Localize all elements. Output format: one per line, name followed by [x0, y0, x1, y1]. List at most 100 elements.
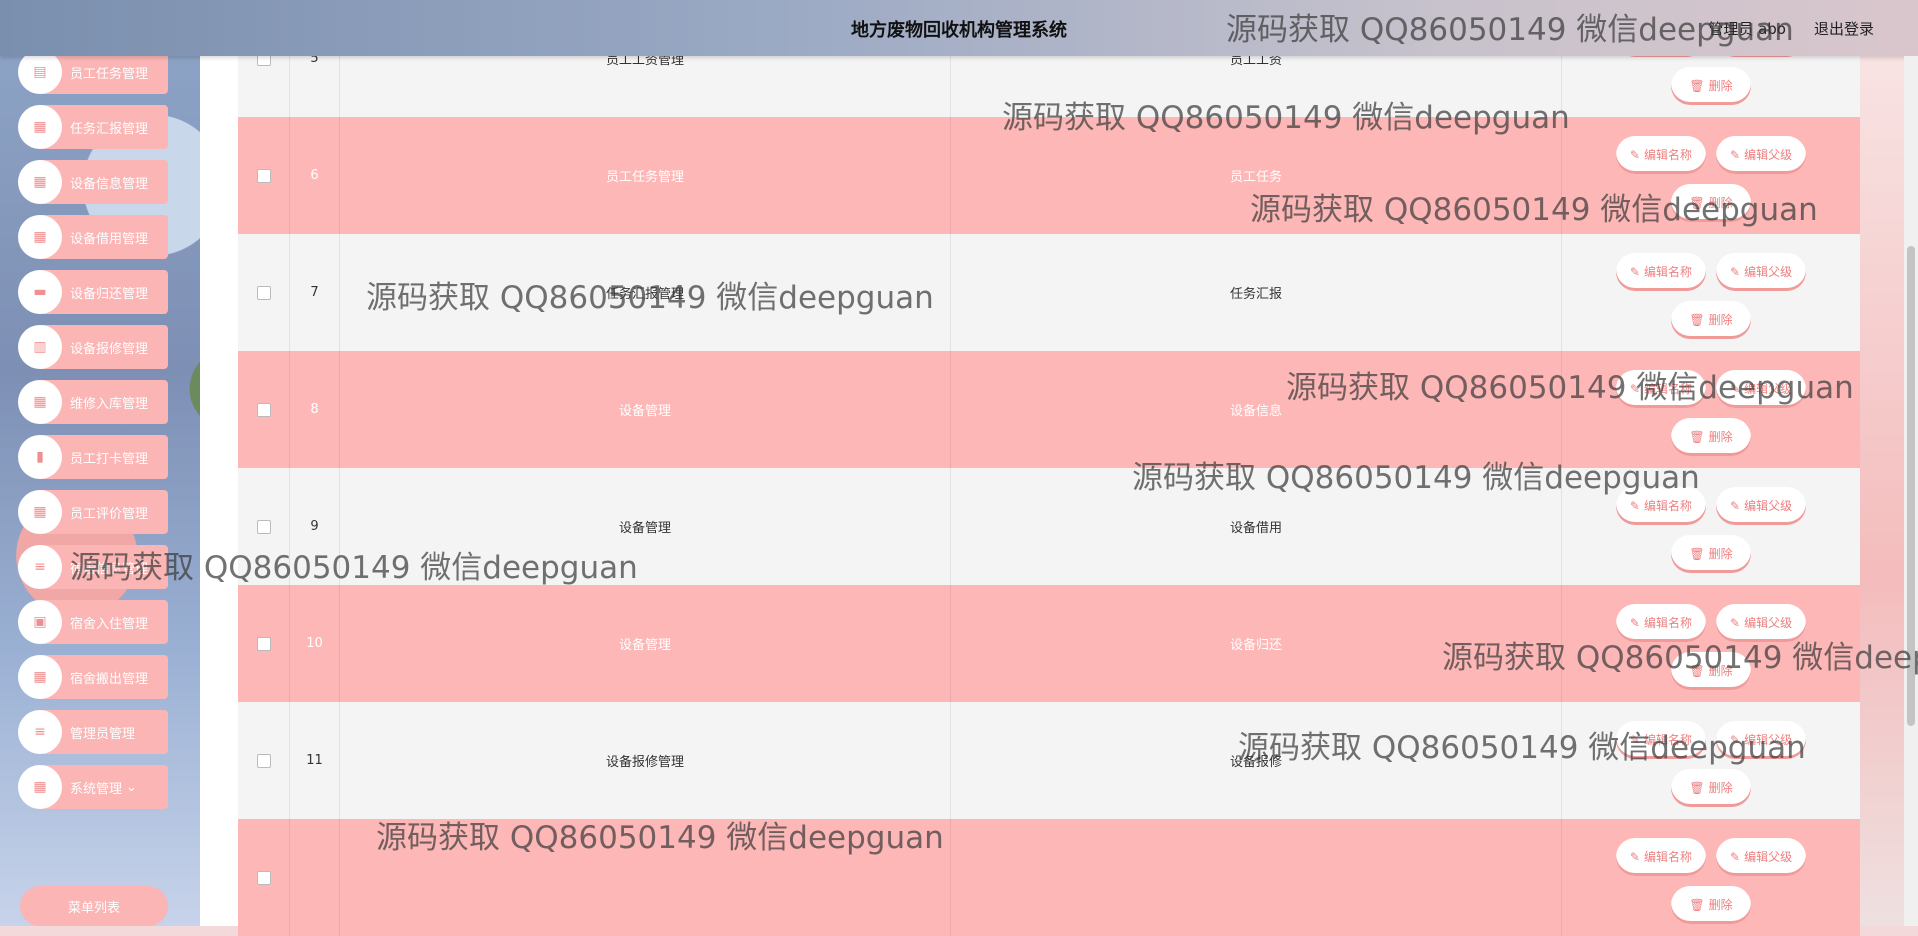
row-actions: ✎编辑名称 ✎编辑父级 🗑删除 [1562, 117, 1860, 234]
row-checkbox[interactable] [256, 870, 271, 885]
list-icon: ≡ [18, 710, 62, 754]
sidebar-item[interactable]: ▤ 员工任务管理 [18, 50, 168, 94]
edit-name-button[interactable]: ✎编辑名称 [1615, 837, 1706, 876]
sidebar-item-label: 设备信息管理 [70, 176, 149, 192]
top-bar: 地方废物回收机构管理系统 管理员 abo 退出登录 [0, 0, 1918, 56]
edit-name-label: 编辑名称 [1643, 382, 1692, 396]
sidebar-item[interactable]: ▦ 宿舍搬出管理 [18, 655, 168, 699]
chart-icon: ▥ [18, 325, 62, 369]
sidebar-item[interactable]: ▥ 设备报修管理 [18, 325, 168, 369]
row-checkbox-cell [238, 468, 290, 585]
row-index: 8 [290, 351, 340, 468]
row-actions: ✎编辑名称 ✎编辑父级 🗑删除 [1562, 351, 1860, 468]
edit-parent-button[interactable]: ✎编辑父级 [1716, 369, 1807, 408]
sidebar-item-label: 宿舍入住管理 [70, 616, 149, 632]
row-checkbox-cell [238, 819, 290, 936]
sidebar-item[interactable]: ▮ 员工打卡管理 [18, 435, 168, 479]
sidebar-item[interactable]: ▬ 设备归还管理 [18, 270, 168, 314]
row-checkbox[interactable] [256, 636, 271, 651]
edit-parent-label: 编辑父级 [1744, 616, 1793, 630]
chat-icon: ▬ [18, 270, 62, 314]
delete-button[interactable]: 🗑 删除 [1671, 885, 1751, 924]
grid-icon-glyph: ▦ [33, 504, 47, 520]
edit-name-label: 编辑名称 [1643, 499, 1692, 513]
edit-icon: ✎ [1730, 615, 1741, 630]
scrollbar[interactable] [1904, 56, 1918, 926]
row-checkbox[interactable] [256, 285, 271, 300]
edit-name-button[interactable]: ✎编辑名称 [1615, 135, 1706, 174]
sidebar-item[interactable]: ▦ 设备借用管理 [18, 215, 168, 259]
row-checkbox[interactable] [256, 519, 271, 534]
edit-name-button[interactable]: ✎编辑名称 [1615, 252, 1706, 291]
edit-icon: ✎ [1730, 381, 1741, 396]
edit-parent-button[interactable]: ✎编辑父级 [1716, 252, 1807, 291]
delete-button[interactable]: 🗑 删除 [1671, 534, 1751, 573]
edit-icon: ✎ [1730, 732, 1741, 747]
sidebar-item-label: 员工任务管理 [70, 66, 149, 82]
grid-icon: ▦ [18, 655, 62, 699]
row-actions: ✎编辑名称 ✎编辑父级 🗑删除 [1562, 234, 1860, 351]
delete-button[interactable]: 🗑 删除 [1671, 417, 1751, 456]
row-checkbox[interactable] [256, 168, 271, 183]
row-checkbox-cell [238, 585, 290, 702]
edit-icon: ✎ [1730, 849, 1741, 864]
grid-icon-glyph: ▦ [33, 394, 47, 410]
edit-icon: ✎ [1629, 498, 1640, 513]
scrollbar-thumb[interactable] [1907, 246, 1915, 726]
edit-parent-button[interactable]: ✎编辑父级 [1716, 720, 1807, 759]
trash-icon: 🗑 [1689, 78, 1705, 93]
sidebar-subitem-menu-list[interactable]: 菜单列表 [20, 886, 168, 926]
grid-icon-glyph: ▦ [33, 669, 47, 685]
menu-table: 5 员工工资管理 员工工资 ✎编辑名称 ✎编辑父级 🗑删除 6 员工任务管理 员… [238, 0, 1860, 936]
trash-icon: 🗑 [1689, 663, 1705, 678]
trash-icon: 🗑 [1689, 546, 1705, 561]
trash-icon: 🗑 [1689, 429, 1705, 444]
edit-icon: ✎ [1629, 381, 1640, 396]
chart-icon-glyph: ▥ [33, 339, 47, 355]
grid-icon: ▦ [18, 215, 62, 259]
grid-icon: ▦ [18, 490, 62, 534]
chat-icon-glyph: ▬ [33, 284, 47, 300]
edit-parent-button[interactable]: ✎编辑父级 [1716, 135, 1807, 174]
sidebar-item-label: 员工打卡管理 [70, 451, 149, 467]
logout-link[interactable]: 退出登录 [1814, 18, 1874, 39]
sidebar-item[interactable]: ▦ 任务汇报管理 [18, 105, 168, 149]
edit-name-button[interactable]: ✎编辑名称 [1615, 369, 1706, 408]
row-checkbox[interactable] [256, 753, 271, 768]
row-index: 9 [290, 468, 340, 585]
current-user: 管理员 abo [1708, 20, 1786, 38]
delete-label: 删除 [1708, 79, 1733, 93]
table-row: 7 任务汇报管理 任务汇报 ✎ 编辑名称 ✎ 编辑父级 🗑 删除 [238, 234, 1860, 351]
edit-parent-button[interactable]: ✎编辑父级 [1716, 837, 1807, 876]
sidebar-item-label: 宿舍信息管理 [70, 561, 149, 577]
row-checkbox-cell [238, 117, 290, 234]
edit-name-button[interactable]: ✎编辑名称 [1615, 603, 1706, 642]
delete-button[interactable]: 🗑 删除 [1671, 768, 1751, 807]
row-checkbox[interactable] [256, 402, 271, 417]
trash-icon: 🗑 [1689, 195, 1705, 210]
grid-icon-glyph: ▦ [33, 119, 47, 135]
sidebar-item[interactable]: ▦ 设备信息管理 [18, 160, 168, 204]
row-checkbox-cell [238, 234, 290, 351]
delete-label: 删除 [1708, 313, 1733, 327]
edit-name-button[interactable]: ✎编辑名称 [1615, 720, 1706, 759]
delete-button[interactable]: 🗑 删除 [1671, 66, 1751, 105]
edit-parent-button[interactable]: ✎编辑父级 [1716, 603, 1807, 642]
sidebar-item[interactable]: ▦ 系统管理 ⌄ [18, 765, 168, 809]
table-row: 6 员工任务管理 员工任务 ✎ 编辑名称 ✎ 编辑父级 🗑 删除 [238, 117, 1860, 234]
sidebar-item[interactable]: ▦ 维修入库管理 [18, 380, 168, 424]
delete-button[interactable]: 🗑 删除 [1671, 651, 1751, 690]
sidebar-item[interactable]: ≡ 宿舍信息管理 [18, 545, 168, 589]
edit-parent-button[interactable]: ✎编辑父级 [1716, 486, 1807, 525]
delete-button[interactable]: 🗑 删除 [1671, 183, 1751, 222]
delete-label: 删除 [1708, 898, 1733, 912]
sidebar-item[interactable]: ≡ 管理员管理 [18, 710, 168, 754]
chevron-down-icon: ⌄ [126, 779, 137, 795]
sidebar-item[interactable]: ▣ 宿舍入住管理 [18, 600, 168, 644]
edit-name-button[interactable]: ✎编辑名称 [1615, 486, 1706, 525]
app-title: 地方废物回收机构管理系统 [851, 20, 1067, 41]
sidebar-item[interactable]: ▦ 员工评价管理 [18, 490, 168, 534]
delete-button[interactable]: 🗑 删除 [1671, 300, 1751, 339]
edit-parent-label: 编辑父级 [1744, 148, 1793, 162]
edit-parent-label: 编辑父级 [1744, 850, 1793, 864]
